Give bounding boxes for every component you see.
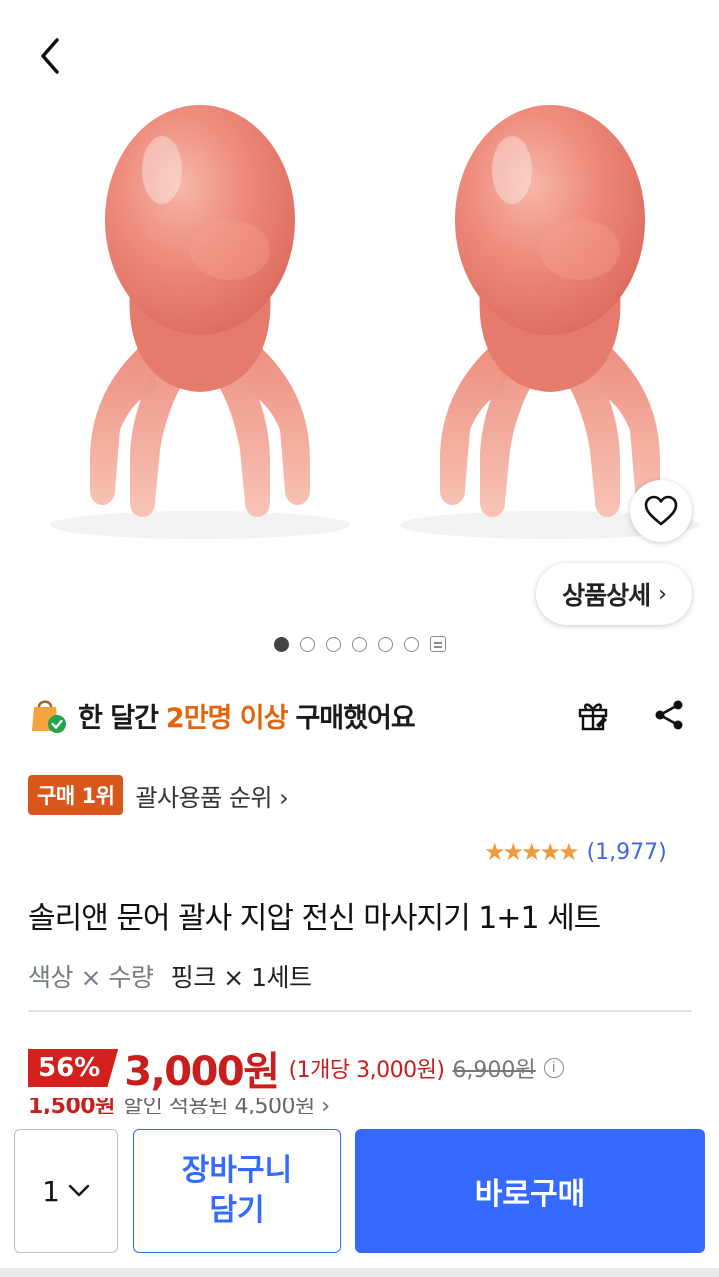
discount-badge: 56% — [28, 1049, 119, 1087]
heart-outline-icon — [644, 495, 678, 526]
unit-price: (1개당 3,000원) — [288, 1058, 445, 1083]
ranking-badge: 구매 1위 — [28, 775, 124, 815]
quantity-select[interactable]: 1 — [14, 1129, 118, 1253]
buy-now-button[interactable]: 바로구매 — [355, 1129, 705, 1253]
pagination-dot[interactable] — [273, 636, 289, 652]
selected-option[interactable]: 색상 × 수량 핑크 × 1세트 — [28, 958, 312, 994]
product-image-gallery[interactable] — [0, 0, 719, 660]
pagination-dot[interactable] — [299, 636, 315, 652]
cart-label-line1: 장바구니 — [181, 1153, 293, 1188]
sale-price: 3,000원 — [124, 1049, 280, 1095]
pagination-dot[interactable] — [351, 636, 367, 652]
social-proof-prefix: 한 달간 — [78, 702, 159, 734]
review-count[interactable]: (1,977) — [587, 840, 667, 865]
divider — [28, 1010, 692, 1012]
social-proof: 한 달간 2만명 이상 구매했어요 — [28, 692, 416, 738]
pagination-dot[interactable] — [403, 636, 419, 652]
ranking-row[interactable]: 구매 1위 괄사용품 순위 › — [28, 775, 289, 815]
cart-label-line2: 담기 — [209, 1193, 265, 1228]
option-value: 핑크 × 1세트 — [170, 963, 312, 992]
back-button[interactable] — [22, 28, 78, 84]
star-icon: ★ — [539, 838, 561, 866]
product-title: 솔리앤 문어 괄사 지압 전신 마사지기 1+1 세트 — [28, 901, 601, 936]
price-row: 56% 3,000원 (1개당 3,000원) 6,900원 i — [28, 1042, 564, 1095]
quantity-value: 1 — [42, 1174, 60, 1208]
option-label: 색상 × 수량 — [28, 963, 154, 992]
chevron-left-icon — [41, 38, 59, 74]
coupon-text: 할인 적용된 4,500원 › — [122, 1098, 330, 1114]
chevron-right-icon: › — [658, 581, 667, 607]
social-proof-suffix: 구매했어요 — [295, 702, 415, 734]
coupon-line[interactable]: 1,500원 할인 적용된 4,500원 › — [28, 1098, 548, 1114]
coupon-amount: 1,500원 — [28, 1098, 115, 1114]
share-icon — [655, 700, 683, 730]
share-button[interactable] — [646, 692, 692, 738]
product-detail-label: 상품상세 — [562, 581, 651, 610]
star-icon: ★ — [484, 838, 505, 866]
chevron-down-icon — [68, 1184, 90, 1197]
star-icon: ★ — [502, 838, 524, 866]
gift-icon — [578, 703, 608, 731]
system-navigation-bar — [0, 1268, 719, 1277]
product-image — [0, 0, 719, 660]
social-proof-highlight: 2만명 이상 — [165, 702, 289, 734]
wishlist-button[interactable] — [630, 480, 692, 542]
star-icon: ★ — [521, 838, 542, 866]
pagination-dot[interactable] — [377, 636, 393, 652]
product-detail-button[interactable]: 상품상세 › — [536, 563, 692, 625]
info-icon[interactable]: i — [543, 1058, 564, 1078]
add-to-cart-button[interactable]: 장바구니 담기 — [133, 1129, 341, 1253]
gallery-pagination — [0, 632, 719, 656]
video-indicator-icon[interactable] — [429, 636, 446, 652]
pagination-dot[interactable] — [325, 636, 341, 652]
shopping-bag-check-icon — [32, 700, 66, 733]
star-icon: ★ — [558, 838, 579, 866]
gift-button[interactable] — [570, 692, 616, 738]
rating[interactable]: ★ ★ ★ ★ ★ (1,977) — [484, 835, 667, 869]
original-price: 6,900원 — [452, 1058, 536, 1083]
ranking-link[interactable]: 괄사용품 순위 › — [135, 778, 288, 813]
